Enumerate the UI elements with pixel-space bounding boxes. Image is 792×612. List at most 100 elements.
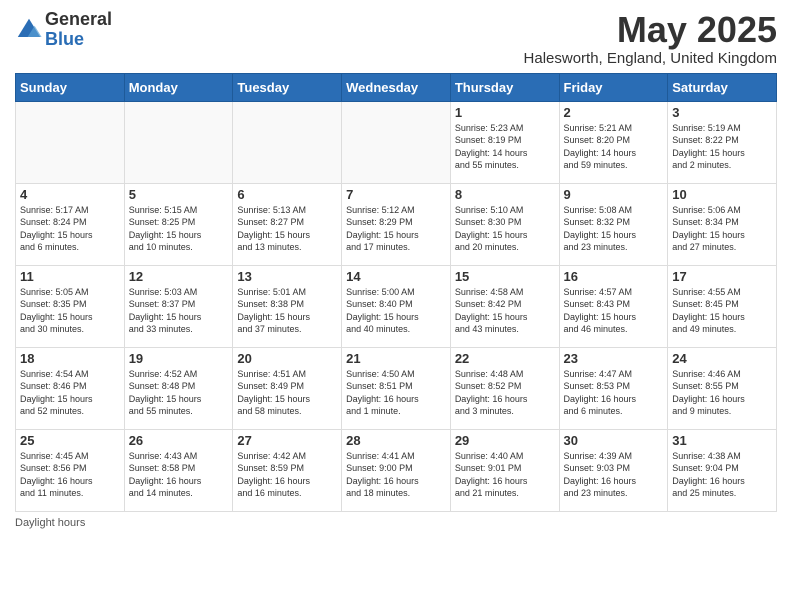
footer: Daylight hours: [15, 517, 777, 529]
day-info: Sunrise: 4:38 AM Sunset: 9:04 PM Dayligh…: [672, 450, 772, 500]
calendar-week-5: 25Sunrise: 4:45 AM Sunset: 8:56 PM Dayli…: [16, 429, 777, 511]
day-info: Sunrise: 4:42 AM Sunset: 8:59 PM Dayligh…: [237, 450, 337, 500]
month-title: May 2025: [524, 10, 777, 50]
calendar-cell: 29 Sunrise: 4:40 AM Sunset: 9:01 PM Dayli…: [450, 429, 559, 511]
calendar-cell: [342, 101, 451, 183]
day-number: 4: [20, 187, 120, 202]
calendar-cell: 25Sunrise: 4:45 AM Sunset: 8:56 PM Dayli…: [16, 429, 125, 511]
calendar-cell: 12Sunrise: 5:03 AM Sunset: 8:37 PM Dayli…: [124, 265, 233, 347]
day-number: 20: [237, 351, 337, 366]
day-info: Sunrise: 5:05 AM Sunset: 8:35 PM Dayligh…: [20, 286, 120, 336]
day-number: 5: [129, 187, 229, 202]
day-number: 27: [237, 433, 337, 448]
day-info: Sunrise: 4:48 AM Sunset: 8:52 PM Dayligh…: [455, 368, 555, 418]
calendar-cell: 6Sunrise: 5:13 AM Sunset: 8:27 PM Daylig…: [233, 183, 342, 265]
day-info: Sunrise: 5:06 AM Sunset: 8:34 PM Dayligh…: [672, 204, 772, 254]
calendar-cell: 4 Sunrise: 5:17 AM Sunset: 8:24 PM Daylig…: [16, 183, 125, 265]
day-info: Sunrise: 4:50 AM Sunset: 8:51 PM Dayligh…: [346, 368, 446, 418]
day-number: 14: [346, 269, 446, 284]
daylight-label: Daylight hours: [15, 517, 85, 529]
calendar-header-friday: Friday: [559, 73, 668, 101]
calendar-cell: 30 Sunrise: 4:39 AM Sunset: 9:03 PM Dayli…: [559, 429, 668, 511]
calendar-cell: 26Sunrise: 4:43 AM Sunset: 8:58 PM Dayli…: [124, 429, 233, 511]
day-number: 21: [346, 351, 446, 366]
day-number: 2: [564, 105, 664, 120]
day-info: Sunrise: 5:10 AM Sunset: 8:30 PM Dayligh…: [455, 204, 555, 254]
logo-general: General: [45, 10, 112, 30]
calendar-cell: [233, 101, 342, 183]
day-number: 31: [672, 433, 772, 448]
day-number: 24: [672, 351, 772, 366]
day-info: Sunrise: 5:15 AM Sunset: 8:25 PM Dayligh…: [129, 204, 229, 254]
calendar-header-sunday: Sunday: [16, 73, 125, 101]
calendar-cell: 7Sunrise: 5:12 AM Sunset: 8:29 PM Daylig…: [342, 183, 451, 265]
calendar-cell: 13Sunrise: 5:01 AM Sunset: 8:38 PM Dayli…: [233, 265, 342, 347]
day-number: 6: [237, 187, 337, 202]
page: General Blue May 2025 Halesworth, Englan…: [0, 0, 792, 612]
day-number: 7: [346, 187, 446, 202]
day-info: Sunrise: 4:58 AM Sunset: 8:42 PM Dayligh…: [455, 286, 555, 336]
day-number: 3: [672, 105, 772, 120]
day-number: 25: [20, 433, 120, 448]
calendar-header-monday: Monday: [124, 73, 233, 101]
calendar-cell: 18 Sunrise: 4:54 AM Sunset: 8:46 PM Dayli…: [16, 347, 125, 429]
calendar-cell: 21 Sunrise: 4:50 AM Sunset: 8:51 PM Dayli…: [342, 347, 451, 429]
day-number: 11: [20, 269, 120, 284]
calendar-cell: 14 Sunrise: 5:00 AM Sunset: 8:40 PM Dayli…: [342, 265, 451, 347]
day-number: 8: [455, 187, 555, 202]
calendar-header-thursday: Thursday: [450, 73, 559, 101]
calendar-header-saturday: Saturday: [668, 73, 777, 101]
day-info: Sunrise: 4:41 AM Sunset: 9:00 PM Dayligh…: [346, 450, 446, 500]
day-number: 1: [455, 105, 555, 120]
calendar-cell: 31 Sunrise: 4:38 AM Sunset: 9:04 PM Dayli…: [668, 429, 777, 511]
calendar-week-1: 1 Sunrise: 5:23 AM Sunset: 8:19 PM Daylig…: [16, 101, 777, 183]
day-info: Sunrise: 4:55 AM Sunset: 8:45 PM Dayligh…: [672, 286, 772, 336]
logo-blue: Blue: [45, 30, 112, 50]
calendar-cell: 23Sunrise: 4:47 AM Sunset: 8:53 PM Dayli…: [559, 347, 668, 429]
calendar-week-2: 4 Sunrise: 5:17 AM Sunset: 8:24 PM Daylig…: [16, 183, 777, 265]
calendar-cell: 8 Sunrise: 5:10 AM Sunset: 8:30 PM Daylig…: [450, 183, 559, 265]
day-number: 30: [564, 433, 664, 448]
day-number: 29: [455, 433, 555, 448]
header: General Blue May 2025 Halesworth, Englan…: [15, 10, 777, 67]
day-number: 22: [455, 351, 555, 366]
calendar-cell: 17 Sunrise: 4:55 AM Sunset: 8:45 PM Dayli…: [668, 265, 777, 347]
calendar-cell: 9 Sunrise: 5:08 AM Sunset: 8:32 PM Daylig…: [559, 183, 668, 265]
day-number: 15: [455, 269, 555, 284]
day-info: Sunrise: 5:23 AM Sunset: 8:19 PM Dayligh…: [455, 122, 555, 172]
day-number: 23: [564, 351, 664, 366]
calendar-cell: 15 Sunrise: 4:58 AM Sunset: 8:42 PM Dayli…: [450, 265, 559, 347]
day-number: 9: [564, 187, 664, 202]
day-info: Sunrise: 4:57 AM Sunset: 8:43 PM Dayligh…: [564, 286, 664, 336]
calendar-header-wednesday: Wednesday: [342, 73, 451, 101]
calendar-cell: 16 Sunrise: 4:57 AM Sunset: 8:43 PM Dayli…: [559, 265, 668, 347]
calendar-header-tuesday: Tuesday: [233, 73, 342, 101]
day-info: Sunrise: 5:00 AM Sunset: 8:40 PM Dayligh…: [346, 286, 446, 336]
calendar-cell: [124, 101, 233, 183]
day-info: Sunrise: 4:39 AM Sunset: 9:03 PM Dayligh…: [564, 450, 664, 500]
day-info: Sunrise: 5:21 AM Sunset: 8:20 PM Dayligh…: [564, 122, 664, 172]
calendar-week-4: 18 Sunrise: 4:54 AM Sunset: 8:46 PM Dayli…: [16, 347, 777, 429]
day-info: Sunrise: 4:40 AM Sunset: 9:01 PM Dayligh…: [455, 450, 555, 500]
day-info: Sunrise: 5:19 AM Sunset: 8:22 PM Dayligh…: [672, 122, 772, 172]
day-number: 16: [564, 269, 664, 284]
calendar-cell: 24Sunrise: 4:46 AM Sunset: 8:55 PM Dayli…: [668, 347, 777, 429]
logo-text: General Blue: [45, 10, 112, 50]
logo: General Blue: [15, 10, 112, 50]
calendar-cell: 19Sunrise: 4:52 AM Sunset: 8:48 PM Dayli…: [124, 347, 233, 429]
location: Halesworth, England, United Kingdom: [524, 50, 777, 67]
calendar-cell: 27 Sunrise: 4:42 AM Sunset: 8:59 PM Dayli…: [233, 429, 342, 511]
logo-icon: [15, 16, 43, 44]
day-info: Sunrise: 4:54 AM Sunset: 8:46 PM Dayligh…: [20, 368, 120, 418]
calendar-cell: 11 Sunrise: 5:05 AM Sunset: 8:35 PM Dayli…: [16, 265, 125, 347]
day-number: 10: [672, 187, 772, 202]
day-number: 13: [237, 269, 337, 284]
calendar-cell: [16, 101, 125, 183]
day-number: 12: [129, 269, 229, 284]
day-info: Sunrise: 4:43 AM Sunset: 8:58 PM Dayligh…: [129, 450, 229, 500]
day-info: Sunrise: 5:08 AM Sunset: 8:32 PM Dayligh…: [564, 204, 664, 254]
calendar-cell: 28Sunrise: 4:41 AM Sunset: 9:00 PM Dayli…: [342, 429, 451, 511]
day-number: 17: [672, 269, 772, 284]
day-info: Sunrise: 5:17 AM Sunset: 8:24 PM Dayligh…: [20, 204, 120, 254]
day-number: 18: [20, 351, 120, 366]
